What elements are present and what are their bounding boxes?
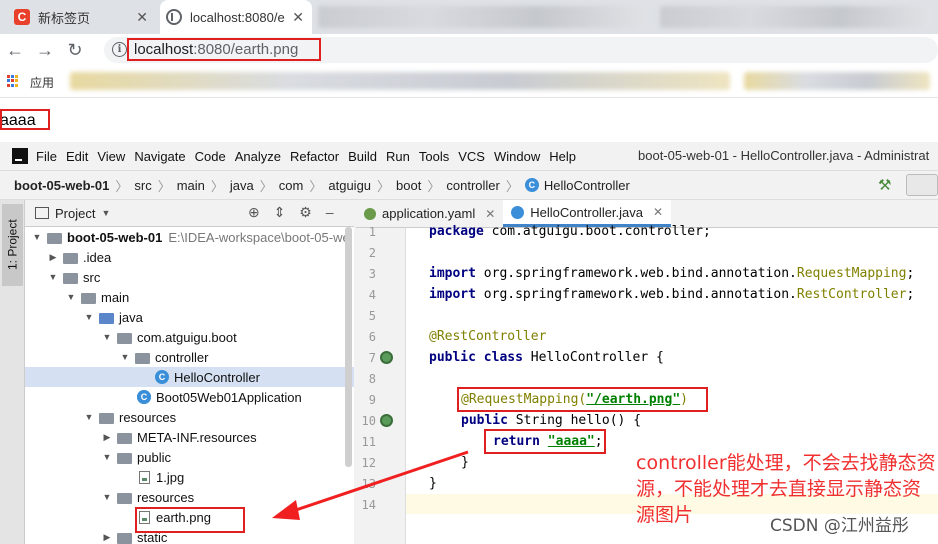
- watermark: CSDN @江州益彤: [770, 516, 909, 536]
- arrow-head: [272, 500, 300, 520]
- arrow-line: [289, 450, 469, 514]
